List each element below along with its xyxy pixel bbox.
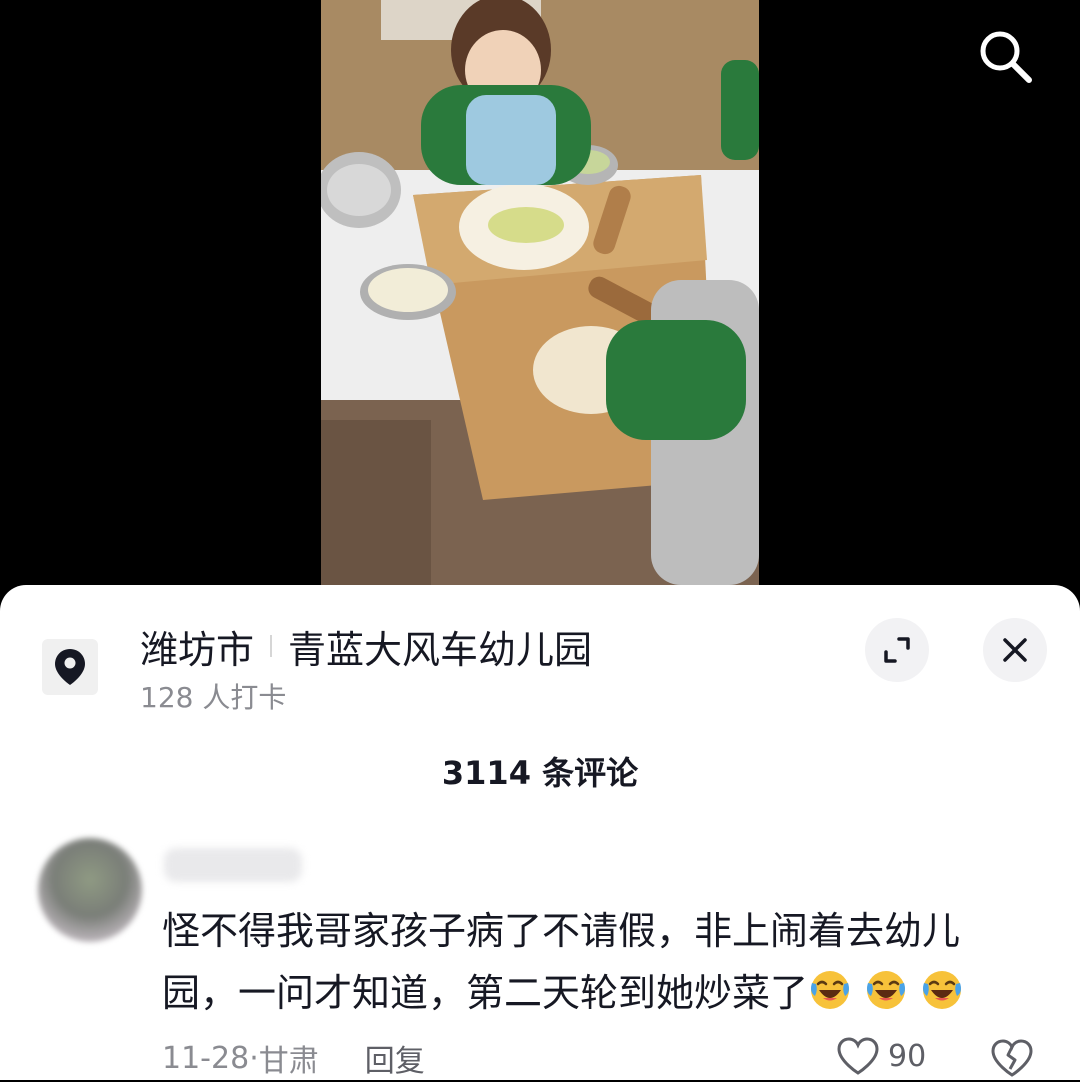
emoji-group — [808, 971, 976, 1015]
location-separator — [270, 635, 273, 657]
laughing-crying-emoji-icon — [811, 971, 850, 1009]
dislike-button[interactable] — [990, 1038, 1034, 1082]
reply-button[interactable]: 回复 — [365, 1036, 425, 1080]
laughing-crying-emoji-icon — [867, 971, 906, 1009]
like-button[interactable]: 90 — [836, 1036, 926, 1076]
expand-icon — [884, 637, 910, 663]
heart-outline-icon — [837, 1037, 879, 1075]
meta-dot: · — [249, 1040, 259, 1076]
location-checkins: 128 人打卡 — [140, 681, 287, 714]
close-button[interactable] — [983, 618, 1047, 682]
video-frame[interactable] — [321, 0, 759, 585]
laughing-crying-emoji-icon — [923, 971, 962, 1009]
close-icon — [1003, 638, 1027, 662]
username-blurred[interactable] — [164, 848, 302, 882]
broken-heart-icon — [991, 1039, 1033, 1077]
avatar[interactable] — [38, 838, 142, 942]
search-icon — [980, 31, 1032, 83]
video-area[interactable] — [0, 0, 1080, 585]
location-pin-icon — [55, 649, 85, 685]
comment-date: 11-28 — [162, 1040, 250, 1076]
location-title[interactable]: 潍坊市 青蓝大风车幼儿园 — [140, 618, 592, 674]
comment-region: 甘肃 — [258, 1044, 319, 1079]
like-count: 90 — [888, 1038, 927, 1074]
search-button[interactable] — [972, 26, 1038, 86]
location-city: 潍坊市 — [140, 627, 255, 672]
expand-button[interactable] — [865, 618, 929, 682]
comment-count: 3114 条评论 — [441, 754, 639, 792]
comment-text: 怪不得我哥家孩子病了不请假，非上闹着去幼儿园，一问才知道，第二天轮到她炒菜了 — [162, 900, 1022, 1024]
video-thumbnail — [321, 0, 759, 585]
location-badge[interactable] — [42, 639, 98, 695]
location-place: 青蓝大风车幼儿园 — [288, 627, 593, 672]
comment-meta: 11-28 · 甘肃 回复 — [162, 1036, 425, 1080]
